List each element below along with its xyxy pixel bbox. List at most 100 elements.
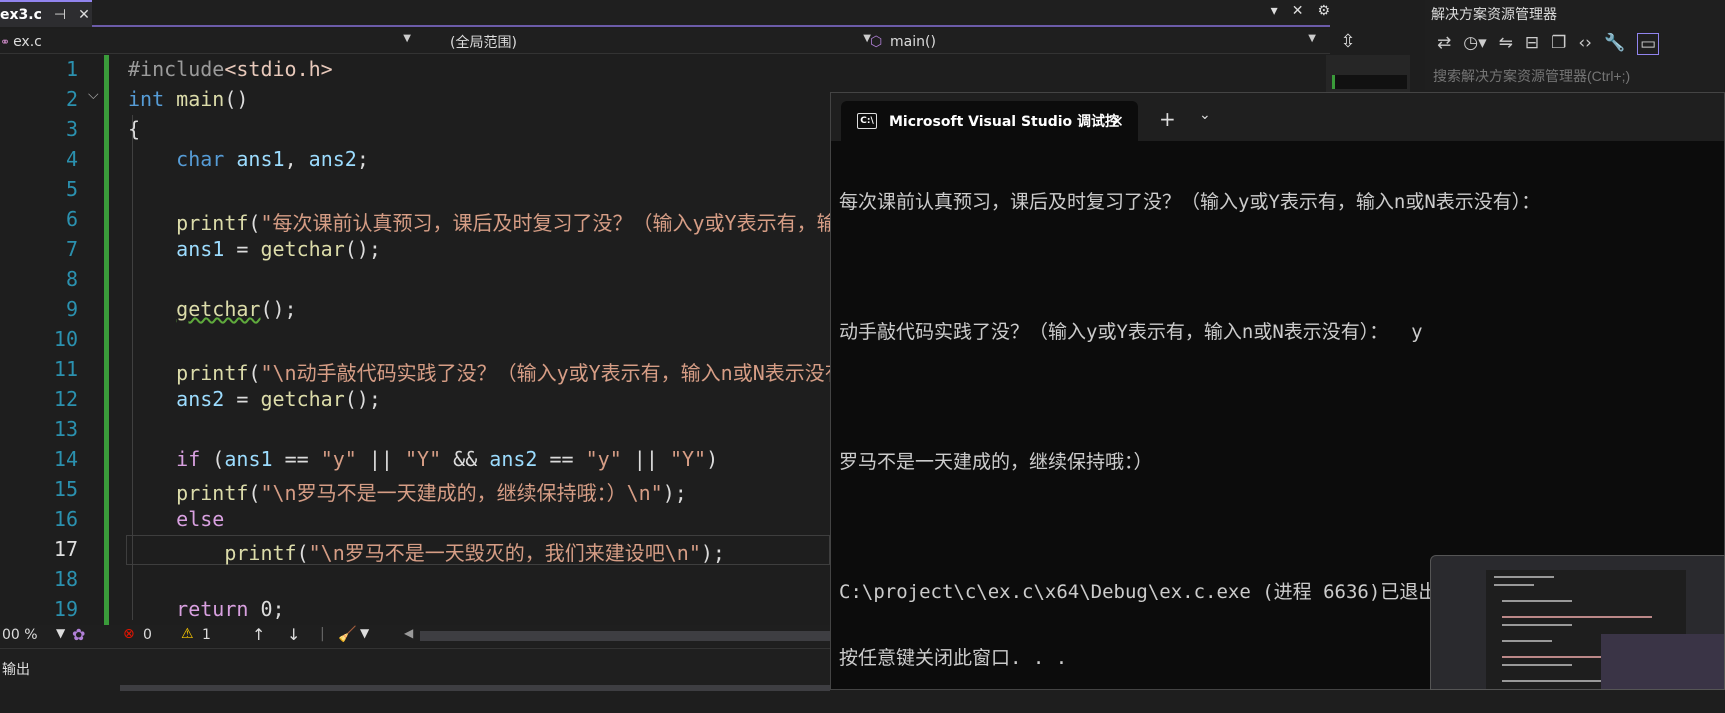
code-punct: && [441, 447, 490, 471]
line-number: 11 [53, 357, 78, 381]
keyword: char [176, 147, 225, 171]
terminal-line: 每次课前认真预习，课后及时复习了没？（输入y或Y表示有，输入n或N表示没有）： [839, 191, 1541, 213]
function-call: getchar [260, 237, 345, 261]
thumbnail-line [1502, 664, 1572, 666]
code-view-icon[interactable]: ‹› [1578, 33, 1592, 55]
switch-views-icon[interactable]: ⇄ [1437, 33, 1451, 55]
scope-dropdown[interactable]: (全局范围) ▼ [420, 31, 875, 52]
code-punct: ; [356, 147, 369, 171]
history-icon[interactable]: ◷▾ [1463, 33, 1486, 55]
file-dropdown[interactable]: ⚭ ex.c ▼ [0, 31, 415, 52]
variable: ans2 [489, 447, 538, 471]
scroll-left-icon[interactable]: ◀ [404, 626, 413, 640]
line-number: 6 [65, 207, 78, 231]
function-call: printf [176, 481, 249, 505]
function-call-warning: getchar [176, 297, 261, 321]
keyword: int [128, 87, 165, 111]
chevron-down-icon[interactable]: ▼ [56, 626, 65, 640]
collapse-all-icon[interactable]: ⊟ [1525, 33, 1539, 55]
solution-explorer-title: 解决方案资源管理器 [1431, 7, 1557, 23]
code-punct: (); [344, 387, 381, 411]
pin-icon[interactable]: ⊣ [54, 7, 66, 23]
arrow-down-icon[interactable]: ↓ [287, 625, 300, 644]
line-number: 14 [53, 447, 78, 471]
thumbnail-line [1502, 600, 1572, 602]
code-punct: ( [248, 481, 261, 505]
string-literal: "\n动手敲代码实践了没？（输入y或Y表示有，输入n或N表示没有）：" [260, 361, 830, 385]
minimap-thumb[interactable] [1332, 75, 1407, 89]
code-punct: (); [344, 237, 381, 261]
document-tab-ex3[interactable]: ex3.c ⊣ ✕ [0, 0, 92, 27]
keyword: return [176, 597, 249, 621]
variable: ans1 [224, 447, 273, 471]
keyword: if [176, 447, 201, 471]
line-number: 12 [53, 387, 78, 411]
arrow-up-icon[interactable]: ↑ [252, 625, 265, 644]
terminal-icon: C:\ [857, 113, 877, 129]
line-number-current: 17 [53, 537, 78, 561]
code-minimap[interactable] [1326, 55, 1410, 95]
wrench-icon[interactable]: 🔧 [1604, 33, 1625, 55]
preview-icon[interactable]: ▭ [1637, 33, 1660, 55]
variable: ans2 [308, 147, 357, 171]
file-dropdown-label: ex.c [13, 33, 42, 50]
output-scrollbar[interactable] [120, 685, 830, 691]
warning-count[interactable]: 1 [202, 627, 211, 643]
line-number: 10 [53, 327, 78, 351]
line-number: 9 [65, 297, 78, 321]
horizontal-scrollbar[interactable] [420, 631, 830, 641]
line-number-gutter: 1 2 3 4 5 6 7 8 9 10 11 12 13 14 15 16 1… [0, 55, 100, 625]
error-count[interactable]: 0 [143, 627, 152, 643]
line-number: 18 [53, 567, 78, 591]
code-punct: () [224, 87, 249, 111]
line-number: 3 [65, 117, 78, 141]
zoom-level[interactable]: 00 % [2, 627, 38, 643]
gear-icon[interactable]: ⚙ [1317, 3, 1330, 19]
code-editor[interactable]: #include<stdio.h> int main() { char ans1… [110, 55, 830, 625]
line-number: 5 [65, 177, 78, 201]
line-number: 2 [65, 87, 78, 111]
copilot-icon[interactable]: ✿ [72, 625, 85, 644]
collapse-chevron-icon[interactable]: ⌵ [88, 87, 99, 103]
solution-explorer-toolbar: ⇄ ◷▾ ⇋ ⊟ ❐ ‹› 🔧 ▭ [1437, 33, 1660, 55]
string-literal: "每次课前认真预习，课后及时复习了没？（输入y或Y表示有，输入n或N表示没有）：… [260, 211, 830, 235]
line-number: 1 [65, 57, 78, 81]
new-tab-icon[interactable]: + [1159, 107, 1176, 131]
chevron-down-icon: ▼ [403, 33, 411, 44]
function-call: printf [176, 211, 249, 235]
file-icon: ⚭ [0, 34, 11, 49]
terminal-tab[interactable]: C:\ Microsoft Visual Studio 调试控 ✕ [841, 101, 1138, 141]
broom-icon[interactable]: 🧹 [338, 625, 357, 643]
terminal-tab-strip: C:\ Microsoft Visual Studio 调试控 ✕ + ⌄ [831, 93, 1724, 141]
code-punct: || [356, 447, 405, 471]
function-dropdown[interactable]: ⬡ main() ▼ [850, 31, 1320, 52]
copy-icon[interactable]: ❐ [1551, 33, 1566, 55]
tab-list-dropdown-icon[interactable]: ▾ [1271, 3, 1278, 19]
string-literal: "Y" [669, 447, 707, 471]
chevron-down-icon[interactable]: ⌄ [1199, 107, 1211, 123]
code-brace: { [128, 117, 141, 141]
solution-explorer-search-input[interactable] [1431, 66, 1721, 86]
keyword: else [176, 507, 225, 531]
variable: ans1 [176, 237, 225, 261]
split-editor-icon[interactable]: ⇳ [1328, 31, 1368, 52]
code-punct: = [224, 387, 261, 411]
sync-icon[interactable]: ⇋ [1499, 33, 1513, 55]
code-punct: ( [296, 541, 309, 565]
output-panel-label[interactable]: 输出 [2, 659, 30, 679]
window-thumbnail-preview[interactable] [1430, 555, 1725, 690]
code-punct: 0; [248, 597, 285, 621]
close-icon[interactable]: ✕ [1111, 112, 1124, 131]
string-literal: "Y" [405, 447, 442, 471]
line-number: 16 [53, 507, 78, 531]
code-punct: ( [200, 447, 225, 471]
line-number: 7 [65, 237, 78, 261]
separator: | [320, 626, 325, 642]
close-tab-icon[interactable]: ✕ [78, 7, 90, 23]
code-punct: ( [248, 211, 261, 235]
function-call: printf [224, 541, 297, 565]
code-punct: ); [700, 541, 725, 565]
chevron-down-icon[interactable]: ▼ [360, 626, 369, 640]
close-all-icon[interactable]: ✕ [1292, 3, 1304, 19]
